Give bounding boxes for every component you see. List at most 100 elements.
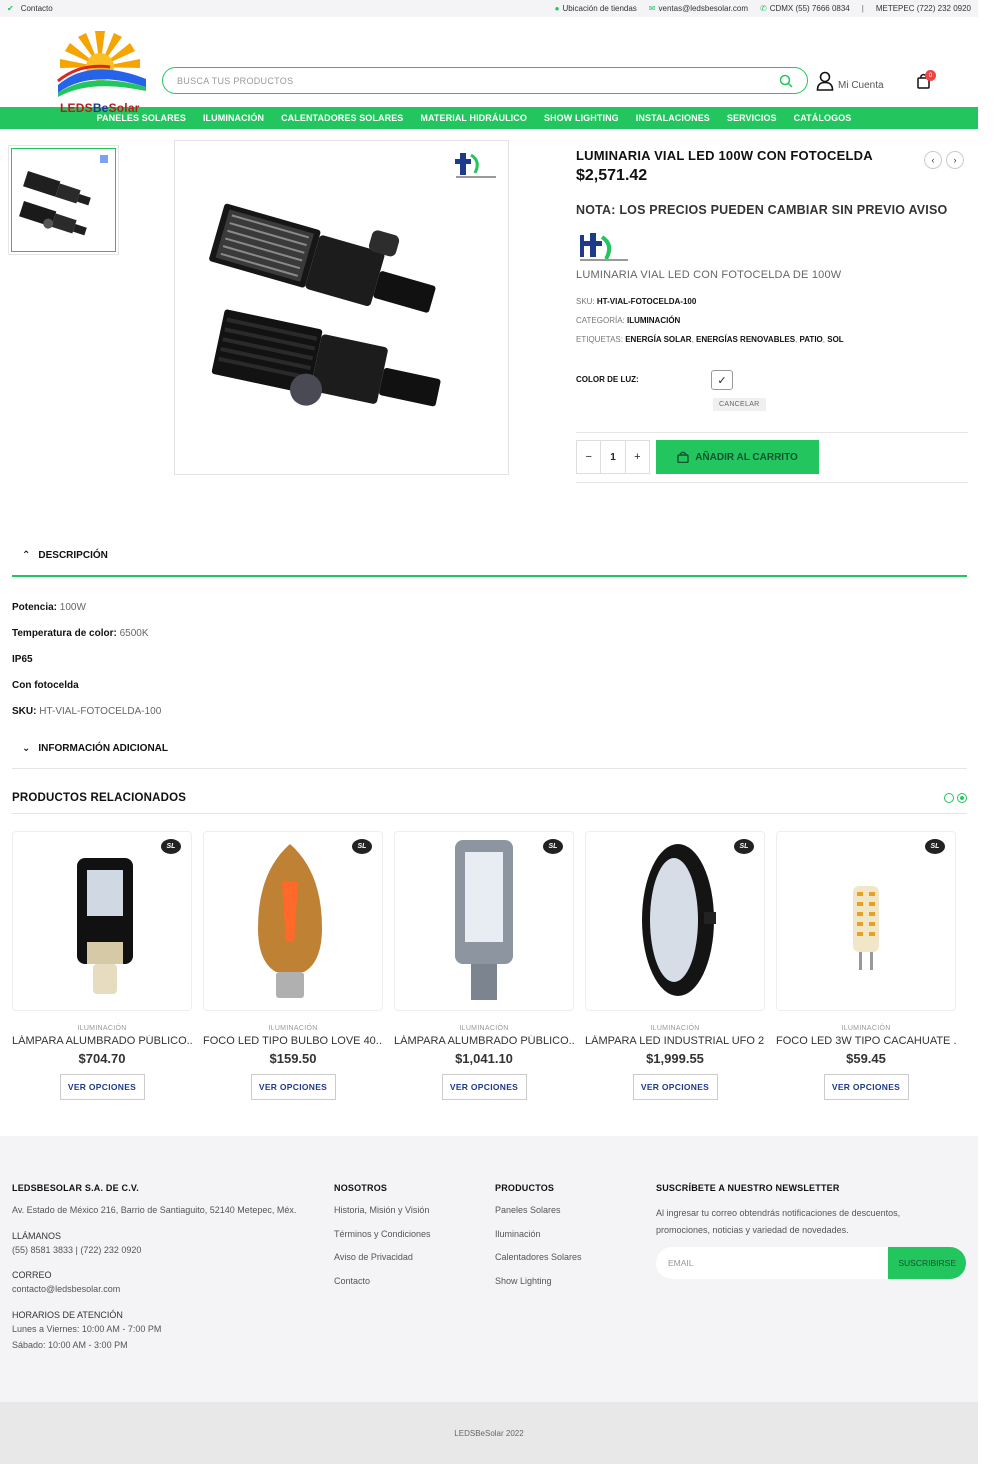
footer-phones[interactable]: (55) 8581 3833 | (722) 232 0920: [12, 1245, 332, 1257]
bulb-image: [258, 844, 322, 998]
product-card-name[interactable]: FOCO LED 3W TIPO CACAHUATE ...: [776, 1035, 956, 1047]
carousel-dot-active[interactable]: [957, 793, 967, 803]
main-nav: PANELES SOLARES ILUMINACIÓN CALENTADORES…: [0, 107, 978, 129]
product-card-name[interactable]: LÁMPARA ALUMBRADO PÚBLICO...: [12, 1035, 192, 1047]
footer-link[interactable]: Contacto: [334, 1276, 431, 1288]
phone-metepec[interactable]: METEPEC (722) 232 0920: [876, 4, 971, 13]
nav-show-lighting[interactable]: SHOW LIGHTING: [544, 113, 619, 123]
footer-link[interactable]: Historia, Misión y Visión: [334, 1205, 431, 1217]
category-link[interactable]: ILUMINACIÓN: [627, 316, 680, 325]
brand-logo[interactable]: [50, 27, 150, 109]
nav-iluminacion[interactable]: ILUMINACIÓN: [203, 113, 264, 123]
contact-link[interactable]: Contacto: [21, 4, 53, 13]
footer-link[interactable]: Paneles Solares: [495, 1205, 582, 1217]
footer-link[interactable]: Show Lighting: [495, 1276, 582, 1288]
footer-link[interactable]: Aviso de Privacidad: [334, 1252, 431, 1264]
sl-badge-icon: SL: [352, 839, 372, 854]
product-sku: SKU: HT-VIAL-FOTOCELDA-100: [576, 297, 697, 306]
product-card-price: $1,999.55: [646, 1051, 704, 1066]
product-card: SL ILUMINACIÓN LÁMPARA ALUMBRADO PÚBLICO…: [394, 831, 574, 1100]
product-card-image[interactable]: SL: [776, 831, 956, 1011]
account-link[interactable]: Mi Cuenta: [816, 71, 884, 91]
footer-link[interactable]: Calentadores Solares: [495, 1252, 582, 1264]
product-card-name[interactable]: LÁMPARA ALUMBRADO PÚBLICO...: [394, 1035, 574, 1047]
qty-minus-button[interactable]: −: [577, 451, 600, 463]
footer-call-label: LLÁMANOS: [12, 1230, 62, 1241]
qty-input[interactable]: 1: [600, 441, 626, 473]
newsletter-form: SUSCRIBIRSE: [656, 1247, 966, 1279]
sl-badge-icon: SL: [734, 839, 754, 854]
page: ✔ Contacto ● Ubicación de tiendas ✉ ventas…: [0, 0, 978, 1464]
product-thumbnail-image: [19, 155, 108, 236]
brand-watermark-icon: [455, 153, 496, 178]
view-options-button[interactable]: VER OPCIONES: [632, 1074, 718, 1100]
newsletter-email-input[interactable]: [656, 1258, 889, 1268]
product-card-category[interactable]: ILUMINACIÓN: [203, 1025, 383, 1032]
footer-email[interactable]: contacto@ledsbesolar.com: [12, 1284, 332, 1296]
view-options-button[interactable]: VER OPCIONES: [441, 1074, 527, 1100]
search-bar: [162, 67, 808, 94]
product-card-image[interactable]: SL: [203, 831, 383, 1011]
store-locator-link[interactable]: ● Ubicación de tiendas: [555, 4, 637, 13]
tab-description[interactable]: ⌃ DESCRIPCIÓN: [22, 550, 108, 561]
email-link[interactable]: ✉ ventas@ledsbesolar.com: [649, 4, 748, 13]
footer-company: LEDSBESOLAR S.A. DE C.V. Av. Estado de M…: [12, 1183, 332, 1359]
user-icon: [816, 71, 834, 91]
product-card: SL ILUMINACIÓN FOCO LED 3W TIPO CACAHUAT…: [776, 831, 956, 1100]
description-underline: [12, 575, 967, 577]
phone-cdmx[interactable]: ✆ CDMX (55) 7666 0834: [760, 4, 850, 13]
footer-link[interactable]: Iluminación: [495, 1229, 582, 1241]
nav-material-hidraulico[interactable]: MATERIAL HIDRÁULICO: [420, 113, 527, 123]
nav-calentadores-solares[interactable]: CALENTADORES SOLARES: [281, 113, 403, 123]
tag-link[interactable]: SOL: [827, 335, 843, 344]
search-input[interactable]: [177, 75, 779, 86]
footer-nosotros: NOSOTROS Historia, Misión y Visión Térmi…: [334, 1183, 431, 1300]
product-card-image[interactable]: SL: [12, 831, 192, 1011]
search-icon[interactable]: [779, 74, 793, 88]
nav-servicios[interactable]: SERVICIOS: [727, 113, 777, 123]
product-card-category[interactable]: ILUMINACIÓN: [394, 1025, 574, 1032]
divider: [12, 813, 967, 814]
footer-link[interactable]: Términos y Condiciones: [334, 1229, 431, 1241]
cancel-variation-button[interactable]: CANCELAR: [713, 398, 766, 411]
copyright: LEDSBeSolar 2022: [0, 1402, 978, 1464]
product-card: SL ILUMINACIÓN LÁMPARA ALUMBRADO PÚBLICO…: [12, 831, 192, 1100]
product-thumbnail[interactable]: [11, 148, 116, 252]
divider: [12, 768, 967, 769]
qty-plus-button[interactable]: +: [626, 451, 649, 463]
footer-hours-week: Lunes a Viernes: 10:00 AM - 7:00 PM: [12, 1324, 162, 1335]
desc-fotocelda: Con fotocelda: [12, 680, 79, 691]
product-subtitle: LUMINARIA VIAL LED CON FOTOCELDA DE 100W: [576, 269, 842, 281]
product-card-category[interactable]: ILUMINACIÓN: [585, 1025, 765, 1032]
footer-nosotros-title: NOSOTROS: [334, 1183, 388, 1193]
product-main-image[interactable]: [174, 140, 509, 475]
product-card-image[interactable]: SL: [585, 831, 765, 1011]
related-products-title: PRODUCTOS RELACIONADOS: [12, 792, 187, 804]
phone-icon: ✆: [760, 4, 767, 13]
tab-additional-info[interactable]: ⌄ INFORMACIÓN ADICIONAL: [22, 743, 168, 754]
color-swatch[interactable]: ✓: [711, 370, 733, 390]
carousel-dot[interactable]: [944, 793, 954, 803]
subscribe-button[interactable]: SUSCRIBIRSE: [888, 1247, 966, 1279]
add-to-cart-button[interactable]: AÑADIR AL CARRITO: [656, 440, 819, 474]
check-icon: ✔: [7, 4, 14, 13]
product-card-name[interactable]: FOCO LED TIPO BULBO LOVE 40...: [203, 1035, 383, 1047]
next-product-button[interactable]: ›: [946, 151, 964, 169]
nav-catalogos[interactable]: CATÁLOGOS: [794, 113, 852, 123]
product-card-category[interactable]: ILUMINACIÓN: [12, 1025, 192, 1032]
view-options-button[interactable]: VER OPCIONES: [823, 1074, 909, 1100]
tag-link[interactable]: PATIO: [800, 335, 823, 344]
product-card-category[interactable]: ILUMINACIÓN: [776, 1025, 956, 1032]
divider: [576, 482, 968, 483]
product-card-name[interactable]: LÁMPARA LED INDUSTRIAL UFO 2...: [585, 1035, 765, 1047]
desc-temperatura: Temperatura de color: 6500K: [12, 628, 149, 639]
view-options-button[interactable]: VER OPCIONES: [59, 1074, 145, 1100]
nav-instalaciones[interactable]: INSTALACIONES: [636, 113, 710, 123]
prev-product-button[interactable]: ‹: [924, 151, 942, 169]
product-card-image[interactable]: SL: [394, 831, 574, 1011]
tag-link[interactable]: ENERGÍAS RENOVABLES: [696, 335, 795, 344]
product-card-price: $704.70: [78, 1051, 126, 1066]
tag-link[interactable]: ENERGÍA SOLAR: [625, 335, 691, 344]
view-options-button[interactable]: VER OPCIONES: [250, 1074, 336, 1100]
footer-productos-title: PRODUCTOS: [495, 1183, 555, 1193]
